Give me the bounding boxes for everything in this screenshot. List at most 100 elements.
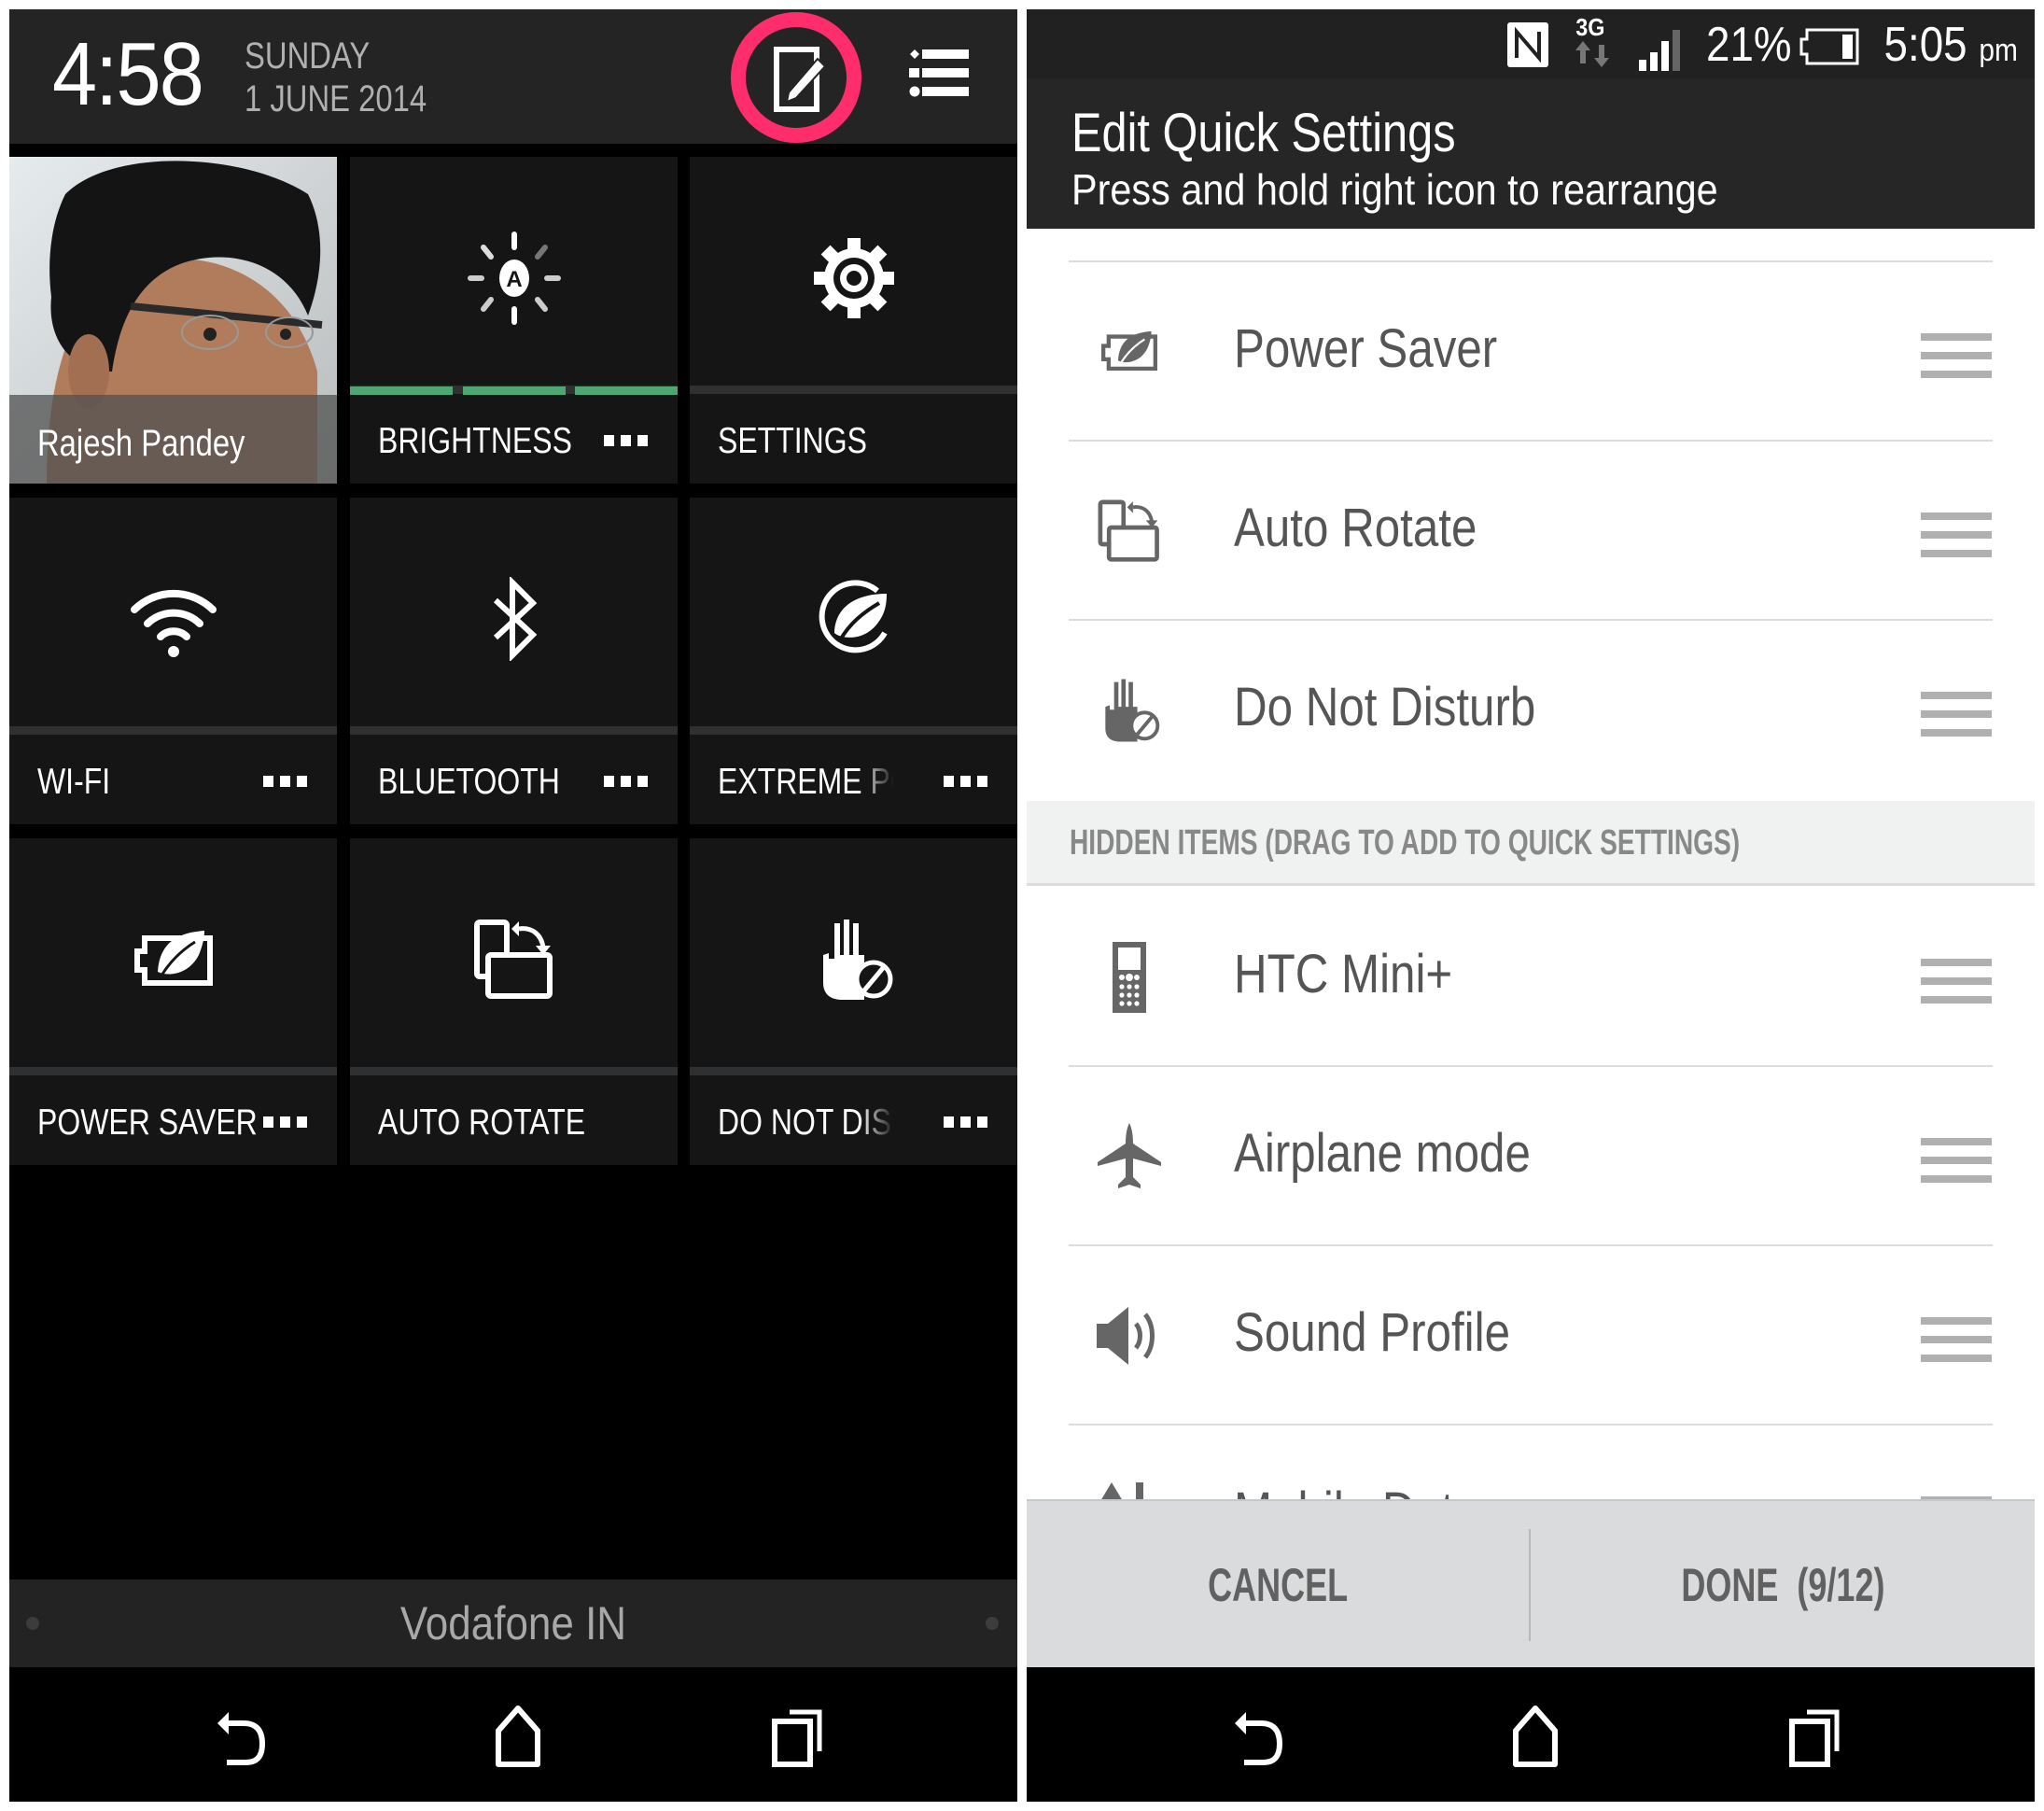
more-options-icon[interactable] bbox=[263, 776, 308, 787]
tile-separator bbox=[690, 1067, 1017, 1075]
drag-handle[interactable] bbox=[1921, 333, 1992, 378]
htc-mini-icon bbox=[1113, 942, 1146, 1013]
notification-header: 4:58 SUNDAY 1 JUNE 2014 bbox=[9, 9, 1017, 144]
done-button[interactable]: DONE (9/12) bbox=[1531, 1501, 2035, 1669]
list-item[interactable]: Airplane mode bbox=[1027, 1065, 2035, 1244]
drag-handle[interactable] bbox=[1921, 1138, 1992, 1183]
svg-text:A: A bbox=[506, 267, 522, 292]
tile-separator bbox=[690, 726, 1017, 735]
page-indicator-dot bbox=[986, 1617, 999, 1630]
item-label: Do Not Disturb bbox=[1234, 677, 1536, 737]
status-time-value: 5:05 bbox=[1883, 18, 1967, 72]
recents-icon bbox=[772, 1709, 822, 1767]
auto-brightness-icon: A bbox=[467, 232, 561, 325]
edit-icon bbox=[731, 12, 861, 143]
extreme-power-icon bbox=[819, 580, 888, 653]
more-options-icon[interactable] bbox=[263, 1116, 308, 1128]
notification-panel: 4:58 SUNDAY 1 JUNE 2014 Rajesh Pandey A … bbox=[9, 9, 1017, 1802]
auto-rotate-icon bbox=[473, 920, 553, 999]
wifi-icon bbox=[130, 589, 217, 657]
date-day: SUNDAY bbox=[245, 35, 371, 77]
hidden-items-header-text: HIDDEN ITEMS (DRAG TO ADD TO QUICK SETTI… bbox=[1070, 823, 1741, 863]
recents-button[interactable] bbox=[765, 1705, 831, 1770]
tile-settings[interactable]: SETTINGS bbox=[690, 157, 1017, 484]
edit-quick-settings-button[interactable] bbox=[731, 12, 861, 143]
action-bar: CANCEL DONE (9/12) bbox=[1027, 1499, 2035, 1669]
home-icon bbox=[1513, 1706, 1558, 1767]
more-options-icon[interactable] bbox=[944, 776, 988, 787]
home-button[interactable] bbox=[485, 1705, 551, 1770]
page-indicator-dot bbox=[26, 1617, 39, 1630]
cancel-label: CANCEL bbox=[1207, 1559, 1348, 1611]
tile-wifi[interactable]: WI-FI bbox=[9, 498, 337, 824]
done-label: DONE (9/12) bbox=[1680, 1559, 1885, 1611]
list-item[interactable]: Power Saver bbox=[1027, 260, 2035, 440]
divider bbox=[1069, 1065, 1993, 1067]
recents-button[interactable] bbox=[1783, 1705, 1848, 1770]
more-options-icon[interactable] bbox=[604, 435, 649, 446]
divider bbox=[1069, 260, 1993, 262]
edit-quick-settings-screen: 3G 21% 5:05 pm Edit Quick Settings Press… bbox=[1027, 9, 2035, 1802]
profile-tile[interactable]: Rajesh Pandey bbox=[9, 157, 337, 484]
drag-handle[interactable] bbox=[1921, 512, 1992, 557]
airplane-icon bbox=[1098, 1123, 1161, 1188]
tile-separator bbox=[9, 1067, 337, 1075]
do-not-disturb-icon bbox=[822, 920, 892, 1000]
nfc-icon bbox=[1507, 22, 1548, 67]
back-button[interactable] bbox=[1227, 1705, 1293, 1770]
more-options-icon[interactable] bbox=[944, 1116, 988, 1128]
list-item[interactable]: Sound Profile bbox=[1027, 1244, 2035, 1424]
tile-label: DO NOT DISTURB bbox=[718, 1104, 894, 1141]
data-activity-icon bbox=[1575, 41, 1609, 67]
do-not-disturb-icon bbox=[1105, 679, 1160, 742]
drag-handle[interactable] bbox=[1921, 692, 1992, 737]
power-saver-icon bbox=[133, 931, 213, 986]
list-item[interactable]: Do Not Disturb bbox=[1027, 619, 2035, 798]
drag-handle[interactable] bbox=[1921, 1317, 1992, 1362]
item-label: Auto Rotate bbox=[1234, 498, 1477, 558]
tile-separator bbox=[690, 386, 1017, 394]
battery-percent: 21% bbox=[1706, 18, 1792, 72]
home-button[interactable] bbox=[1503, 1705, 1568, 1770]
more-options-icon[interactable] bbox=[604, 776, 649, 787]
carrier-name: Vodafone IN bbox=[399, 1597, 627, 1650]
divider bbox=[1069, 619, 1993, 621]
tile-do-not-disturb[interactable]: DO NOT DISTURB bbox=[690, 838, 1017, 1165]
tile-separator bbox=[350, 1067, 678, 1075]
tile-auto-rotate[interactable]: AUTO ROTATE bbox=[350, 838, 678, 1165]
item-label: Power Saver bbox=[1234, 318, 1498, 379]
tile-brightness[interactable]: A BRIGHTNESS bbox=[350, 157, 678, 484]
list-view-button[interactable] bbox=[905, 47, 980, 103]
bluetooth-icon bbox=[493, 577, 537, 661]
list-item[interactable]: Auto Rotate bbox=[1027, 440, 2035, 619]
power-saver-icon bbox=[1101, 330, 1157, 371]
tile-extreme-power-saving[interactable]: EXTREME POWER SAVING bbox=[690, 498, 1017, 824]
tile-bluetooth[interactable]: BLUETOOTH bbox=[350, 498, 678, 824]
brightness-level-segment bbox=[575, 386, 678, 395]
speaker-icon bbox=[1097, 1307, 1155, 1365]
tile-label: SETTINGS bbox=[718, 421, 867, 461]
auto-rotate-icon bbox=[1098, 499, 1159, 562]
tile-label: BLUETOOTH bbox=[378, 762, 560, 802]
home-icon bbox=[496, 1706, 540, 1767]
item-label: HTC Mini+ bbox=[1234, 944, 1453, 1004]
battery-icon bbox=[1799, 28, 1859, 65]
tile-power-saver[interactable]: POWER SAVER bbox=[9, 838, 337, 1165]
status-time: 5:05 pm bbox=[1884, 21, 2018, 69]
tile-label: WI-FI bbox=[37, 762, 111, 802]
drag-handle[interactable] bbox=[1921, 959, 1992, 1004]
divider bbox=[1069, 440, 1993, 442]
tile-label: EXTREME POWER SAVING bbox=[718, 764, 894, 800]
tile-separator bbox=[350, 726, 678, 735]
list-item[interactable]: HTC Mini+ bbox=[1027, 886, 2035, 1065]
network-type: 3G bbox=[1575, 13, 1605, 41]
hidden-items-header: HIDDEN ITEMS (DRAG TO ADD TO QUICK SETTI… bbox=[1027, 801, 2035, 886]
item-label: Airplane mode bbox=[1234, 1123, 1531, 1184]
back-button[interactable] bbox=[210, 1705, 275, 1770]
cancel-button[interactable]: CANCEL bbox=[1027, 1501, 1529, 1669]
tile-label: POWER SAVER bbox=[37, 1102, 258, 1143]
navigation-bar bbox=[1027, 1667, 2035, 1802]
date-full: 1 JUNE 2014 bbox=[245, 78, 427, 119]
brightness-level-segment bbox=[463, 386, 566, 395]
item-label: Sound Profile bbox=[1234, 1302, 1510, 1363]
